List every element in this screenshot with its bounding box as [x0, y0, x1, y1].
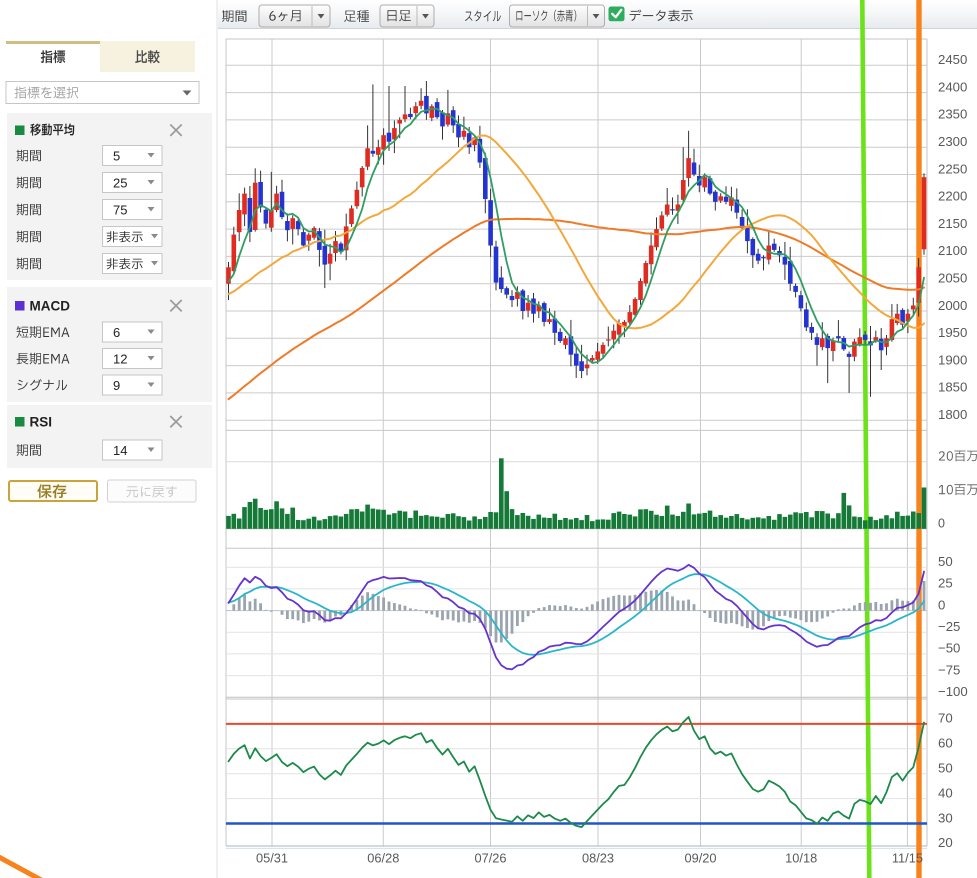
svg-text:5: 5 — [113, 149, 120, 164]
svg-text:60: 60 — [938, 736, 953, 751]
svg-text:2050: 2050 — [938, 271, 967, 286]
svg-text:14: 14 — [113, 443, 127, 458]
svg-text:05/31: 05/31 — [256, 851, 288, 866]
svg-text:2400: 2400 — [938, 79, 967, 94]
svg-text:1850: 1850 — [938, 380, 967, 395]
svg-text:08/23: 08/23 — [582, 851, 614, 866]
svg-text:09/20: 09/20 — [684, 851, 716, 866]
svg-text:0: 0 — [938, 517, 945, 531]
svg-text:25: 25 — [113, 176, 127, 191]
svg-text:10/18: 10/18 — [785, 851, 817, 866]
svg-text:75: 75 — [113, 203, 127, 218]
svg-text:2250: 2250 — [938, 161, 967, 176]
svg-text:1800: 1800 — [938, 407, 967, 422]
svg-text:−100: −100 — [938, 684, 968, 699]
svg-text:07/26: 07/26 — [474, 851, 506, 866]
svg-text:1950: 1950 — [938, 325, 967, 340]
svg-text:2000: 2000 — [938, 298, 967, 313]
svg-text:50: 50 — [938, 761, 953, 776]
svg-text:11/15: 11/15 — [892, 851, 923, 866]
svg-text:9: 9 — [113, 378, 120, 393]
svg-text:1900: 1900 — [938, 352, 967, 367]
svg-text:−50: −50 — [938, 641, 960, 656]
svg-text:2150: 2150 — [938, 216, 967, 231]
svg-text:2100: 2100 — [938, 243, 967, 258]
svg-text:2200: 2200 — [938, 189, 967, 204]
svg-text:20: 20 — [938, 835, 953, 850]
svg-text:12: 12 — [113, 352, 127, 367]
svg-text:2300: 2300 — [938, 134, 967, 149]
svg-text:0: 0 — [938, 597, 945, 612]
svg-text:25: 25 — [938, 576, 953, 591]
svg-text:MACD: MACD — [30, 299, 71, 314]
svg-text:−75: −75 — [938, 662, 960, 677]
svg-text:6: 6 — [113, 325, 120, 340]
svg-text:RSI: RSI — [30, 415, 53, 430]
svg-text:50: 50 — [938, 554, 953, 569]
svg-text:2450: 2450 — [938, 52, 967, 67]
svg-text:06/28: 06/28 — [367, 851, 399, 866]
svg-text:2350: 2350 — [938, 107, 967, 122]
svg-text:70: 70 — [938, 711, 953, 726]
svg-text:30: 30 — [938, 810, 953, 825]
svg-text:−25: −25 — [938, 619, 960, 634]
svg-text:40: 40 — [938, 785, 953, 800]
